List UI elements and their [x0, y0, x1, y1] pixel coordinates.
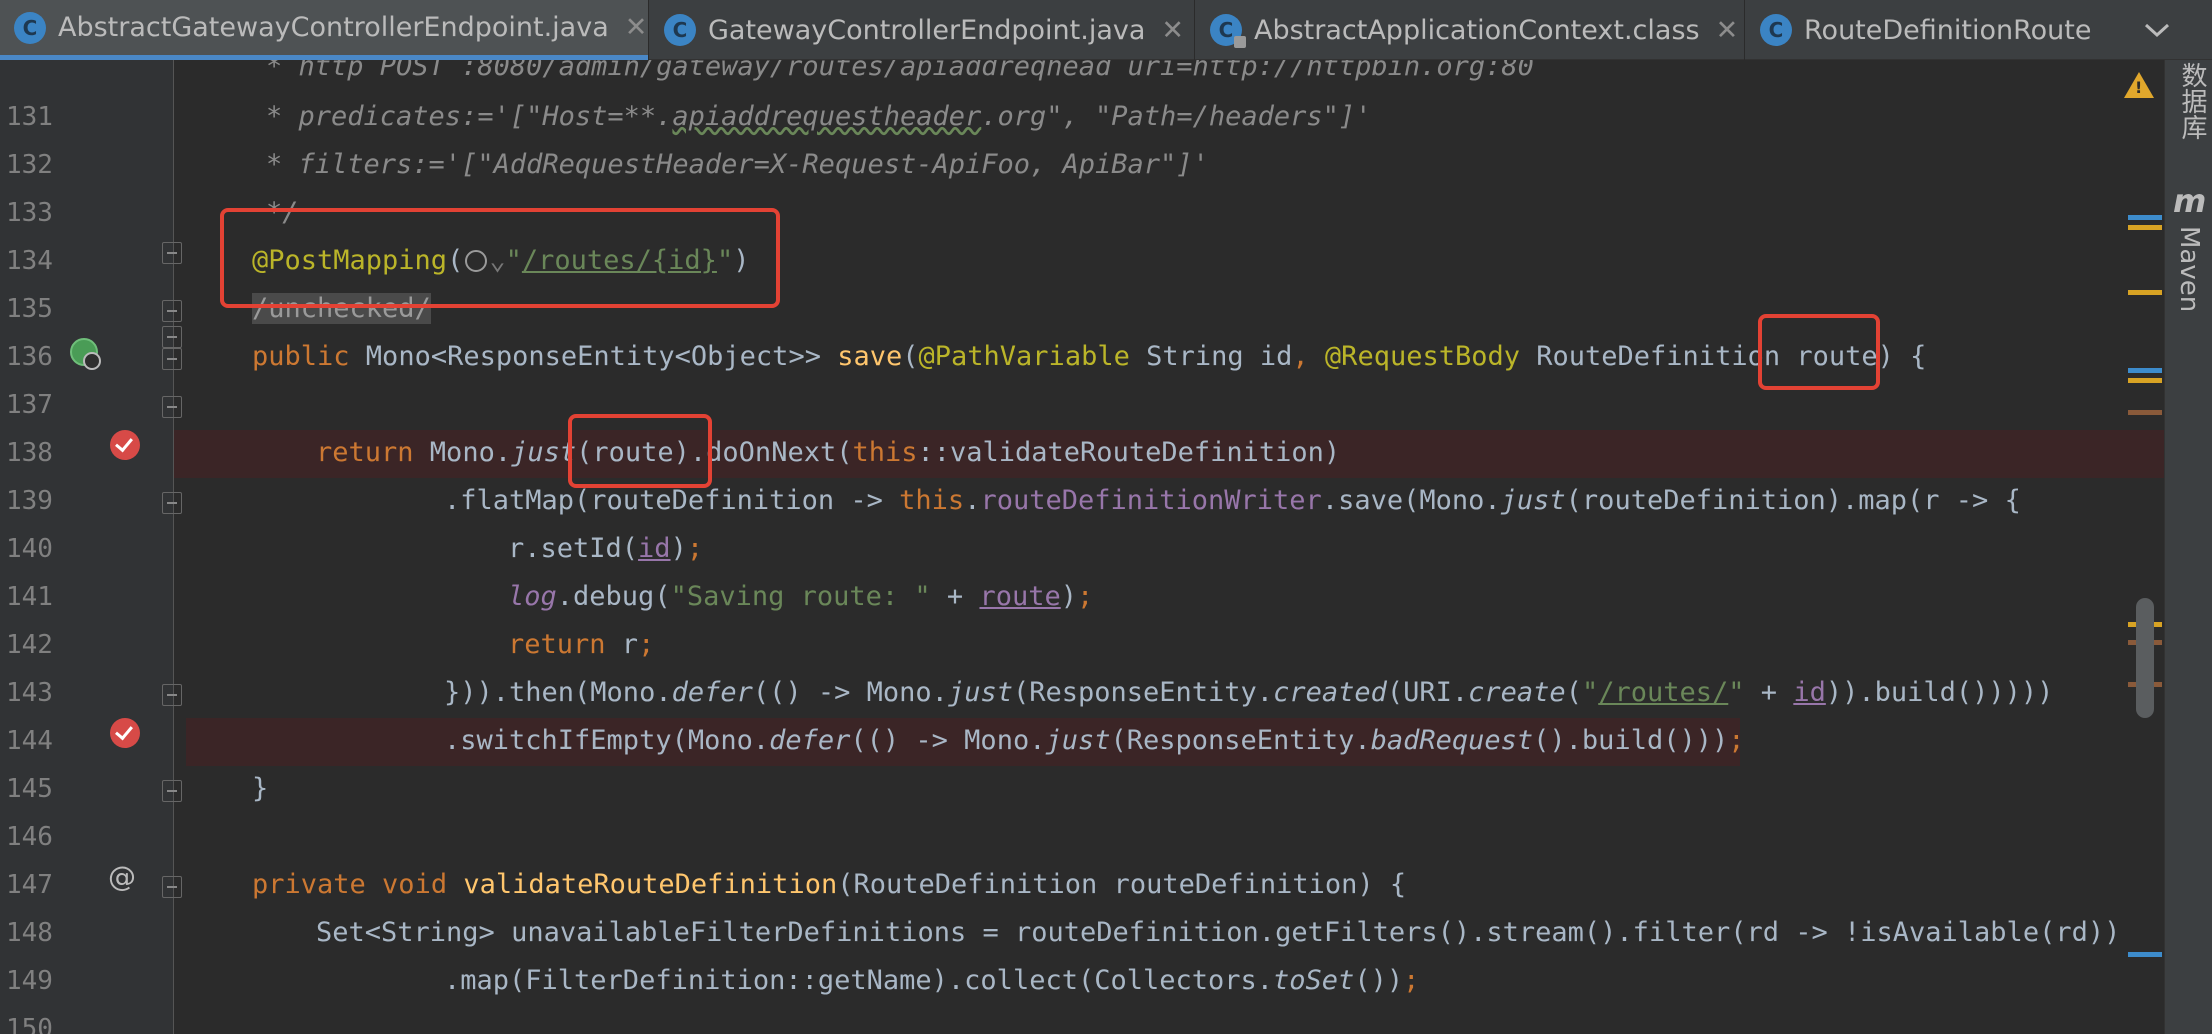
tab-label: AbstractApplicationContext.class: [1254, 14, 1700, 46]
code-line: 139 .flatMap(routeDefinition -> this.rou…: [0, 478, 2110, 526]
line-number: 149: [6, 966, 53, 996]
fold-marker-icon[interactable]: [162, 348, 182, 370]
code-line: 132 * filters:='["AddRequestHeader=X-Req…: [0, 142, 2110, 190]
highlight-box-route-arg: [568, 414, 712, 488]
line-number: 131: [6, 102, 53, 132]
line-number: 145: [6, 774, 53, 804]
show-hidden-tabs-button[interactable]: [2112, 0, 2202, 60]
line-number: 138: [6, 438, 53, 468]
line-number: 135: [6, 294, 53, 324]
code-text: log.debug("Saving route: " + route);: [508, 581, 1094, 612]
tab-route-definition-route[interactable]: C RouteDefinitionRoute: [1746, 0, 2096, 60]
line-number: 133: [6, 198, 53, 228]
editor-tab-bar: C AbstractGatewayControllerEndpoint.java…: [0, 0, 2212, 60]
tab-gateway-controller-endpoint[interactable]: C GatewayControllerEndpoint.java ✕: [650, 0, 1194, 60]
code-text: .switchIfEmpty(Mono.defer(() -> Mono.jus…: [444, 725, 1745, 756]
line-number: 140: [6, 534, 53, 564]
right-tool-window-strip: 数据库 m Maven: [2164, 60, 2212, 1034]
code-text: public Mono<ResponseEntity<Object>> save…: [252, 341, 1927, 372]
tab-label: GatewayControllerEndpoint.java: [708, 14, 1146, 46]
code-text: return Mono.just(route).doOnNext(this::v…: [316, 437, 1341, 468]
highlight-box-route-param: [1758, 314, 1880, 390]
line-number: 132: [6, 150, 53, 180]
tab-abstract-gateway-controller-endpoint[interactable]: C AbstractGatewayControllerEndpoint.java…: [0, 0, 648, 60]
code-line: 149 .map(FilterDefinition::getName).coll…: [0, 958, 2110, 1006]
tab-label: RouteDefinitionRoute: [1804, 14, 2092, 46]
code-line: 131 * predicates:='["Host=**.apiaddreque…: [0, 94, 2110, 142]
code-line: 140 r.setId(id);: [0, 526, 2110, 574]
fold-marker-icon[interactable]: [162, 780, 182, 802]
breakpoint-icon[interactable]: [110, 430, 140, 460]
code-text: * http POST :8080/admin/gateway/routes/a…: [266, 60, 1534, 82]
code-line: 145 }: [0, 766, 2110, 814]
class-icon: C: [1760, 14, 1792, 46]
fold-marker-icon[interactable]: [162, 396, 182, 418]
warning-icon[interactable]: [2124, 72, 2154, 98]
line-number: 142: [6, 630, 53, 660]
line-number: 144: [6, 726, 53, 756]
line-number: 141: [6, 582, 53, 612]
line-number: 146: [6, 822, 53, 852]
chevron-down-icon: [2144, 23, 2170, 38]
code-line: 141 log.debug("Saving route: " + route);: [0, 574, 2110, 622]
highlight-box-postmapping: [220, 208, 780, 308]
code-line: 146: [0, 814, 2110, 862]
code-text: return r;: [508, 629, 655, 660]
code-text: Set<String> unavailableFilterDefinitions…: [316, 917, 2121, 948]
fold-marker-icon[interactable]: [162, 492, 182, 514]
code-text: })).then(Mono.defer(() -> Mono.just(Resp…: [444, 677, 2054, 708]
class-icon: C: [664, 14, 696, 46]
code-editor[interactable]: * http POST :8080/admin/gateway/routes/a…: [0, 60, 2164, 1034]
code-text: .flatMap(routeDefinition -> this.routeDe…: [444, 485, 2021, 516]
vertical-scrollbar-thumb[interactable]: [2136, 598, 2154, 718]
line-number: 147: [6, 870, 53, 900]
database-tool-button[interactable]: 数据库: [2174, 62, 2211, 140]
code-text: r.setId(id);: [508, 533, 704, 564]
fold-marker-icon[interactable]: [162, 876, 182, 898]
close-icon[interactable]: ✕: [1716, 15, 1739, 46]
code-line: 143 })).then(Mono.defer(() -> Mono.just(…: [0, 670, 2110, 718]
line-number: 139: [6, 486, 53, 516]
line-number: 148: [6, 918, 53, 948]
line-number: 137: [6, 390, 53, 420]
code-line: 142 return r;: [0, 622, 2110, 670]
close-icon[interactable]: ✕: [1161, 15, 1184, 46]
fold-marker-icon[interactable]: [162, 300, 182, 322]
tab-label: AbstractGatewayControllerEndpoint.java: [58, 12, 609, 43]
code-line: * http POST :8080/admin/gateway/routes/a…: [0, 60, 2110, 92]
line-number: 150: [6, 1014, 53, 1034]
maven-logo-icon: m: [2173, 182, 2207, 220]
url-link[interactable]: /routes/: [1598, 677, 1728, 708]
breakpoint-icon[interactable]: [110, 718, 140, 748]
code-line: 150: [0, 1006, 2110, 1034]
code-line: 147 private void validateRouteDefinition…: [0, 862, 2110, 910]
line-number: 134: [6, 246, 53, 276]
class-locked-icon: C: [1210, 14, 1246, 48]
bean-injection-icon[interactable]: @: [108, 860, 136, 893]
code-line: 144 .switchIfEmpty(Mono.defer(() -> Mono…: [0, 718, 2110, 766]
class-icon: C: [14, 11, 46, 44]
fold-marker-icon[interactable]: [162, 242, 182, 264]
code-line: 148 Set<String> unavailableFilterDefinit…: [0, 910, 2120, 958]
error-stripe[interactable]: [2110, 60, 2164, 1034]
maven-tool-button[interactable]: Maven: [2174, 226, 2204, 312]
code-text: * filters:='["AddRequestHeader=X-Request…: [266, 149, 1209, 180]
code-text: }: [252, 773, 269, 804]
fold-marker-icon[interactable]: [162, 684, 182, 706]
code-line: 138 return Mono.just(route).doOnNext(thi…: [0, 430, 2110, 478]
close-icon[interactable]: ✕: [625, 12, 648, 43]
code-text: private void validateRouteDefinition(Rou…: [252, 869, 1407, 900]
web-endpoint-icon[interactable]: [70, 338, 101, 370]
tab-abstract-application-context[interactable]: C AbstractApplicationContext.class ✕: [1196, 0, 1744, 60]
line-number: 143: [6, 678, 53, 708]
code-text: * predicates:='["Host=**.apiaddrequesthe…: [266, 101, 1372, 132]
code-text: .map(FilterDefinition::getName).collect(…: [444, 965, 1420, 996]
